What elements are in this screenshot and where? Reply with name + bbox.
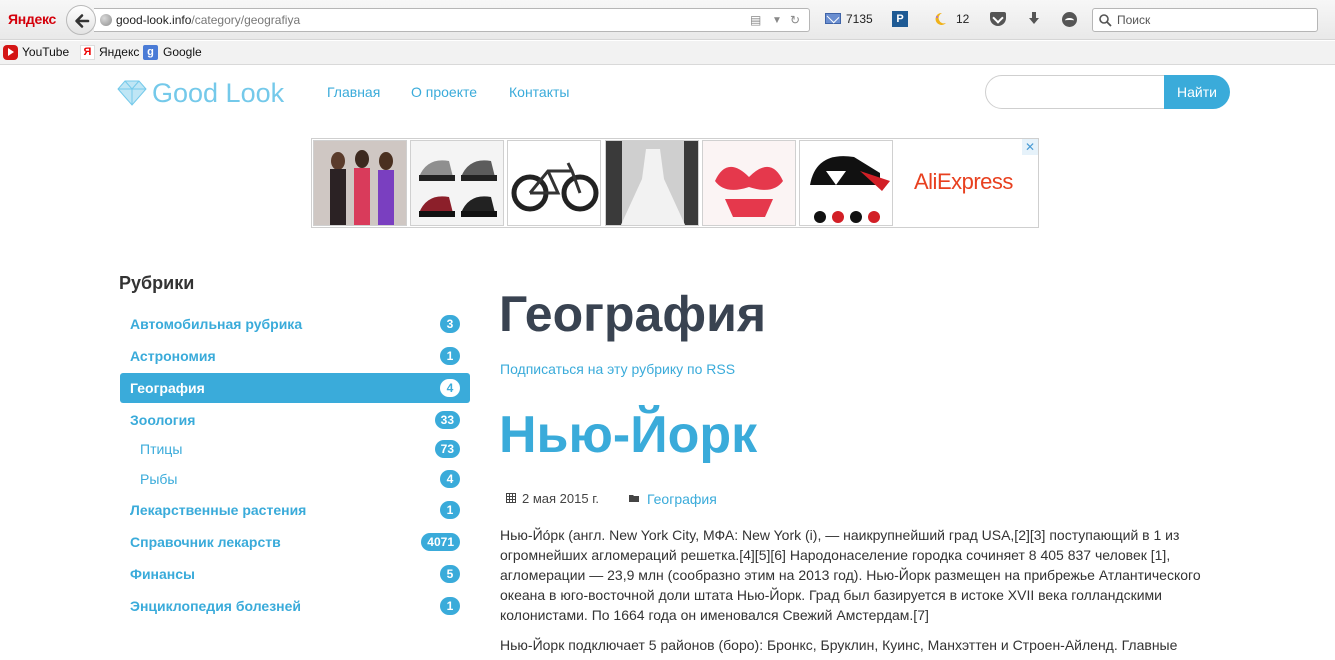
bookmark-youtube[interactable]: YouTube — [22, 45, 69, 59]
category-count-badge: 5 — [440, 565, 460, 583]
browser-search-input[interactable] — [1117, 12, 1307, 28]
category-label: Лекарственные растения — [130, 502, 307, 518]
nav-about[interactable]: О проекте — [411, 84, 477, 100]
category-count-badge: 1 — [440, 501, 460, 519]
category-medicinal-plants[interactable]: Лекарственные растения 1 — [120, 495, 470, 525]
category-geography[interactable]: География 4 — [120, 373, 470, 403]
post-paragraph: Нью-Йо́рк (англ. New York City, МФА: New… — [500, 527, 1201, 623]
category-label: Зоология — [130, 412, 196, 428]
url-path: /category/geografiya — [191, 13, 301, 27]
site-search-input[interactable] — [985, 75, 1167, 109]
post-category-link[interactable]: География — [647, 491, 717, 507]
yandex-logo-text: Яндекс — [8, 11, 56, 27]
back-button[interactable] — [66, 5, 96, 35]
caps-photo-image — [411, 141, 503, 225]
category-finance[interactable]: Финансы 5 — [120, 559, 470, 589]
nav-contacts[interactable]: Контакты — [509, 84, 569, 100]
yandex-icon: Я — [80, 45, 95, 60]
category-label: Рыбы — [140, 471, 178, 487]
pocket-icon[interactable] — [990, 12, 1006, 26]
category-birds[interactable]: Птицы 73 — [120, 434, 470, 464]
address-bar[interactable]: good-look.info/category/geografiya ▤ ▼ ↻ — [94, 8, 810, 32]
url-text[interactable]: good-look.info/category/geografiya — [116, 13, 300, 27]
parking-icon[interactable]: P — [892, 11, 908, 27]
category-label: Автомобильная рубрика — [130, 316, 303, 332]
weather-moon-icon[interactable] — [932, 11, 948, 27]
post-title-link[interactable]: Нью-Йорк — [499, 405, 757, 465]
sidebar-title: Рубрики — [119, 273, 195, 293]
wedding-dress-photo[interactable] — [605, 140, 699, 226]
page-title: География — [499, 286, 766, 342]
google-icon: g — [143, 45, 158, 60]
yandex-logo[interactable]: Яндекс — [8, 11, 56, 27]
category-count-badge: 1 — [440, 597, 460, 615]
category-automotive[interactable]: Автомобильная рубрика 3 — [120, 309, 470, 339]
ad-close-icon[interactable]: ✕ — [1022, 139, 1038, 155]
category-count-badge: 4071 — [421, 533, 460, 551]
download-icon[interactable] — [1026, 11, 1042, 27]
category-count-badge: 1 — [440, 347, 460, 365]
category-drug-reference[interactable]: Справочник лекарств 4071 — [120, 527, 470, 557]
logo-text: Good Look — [152, 78, 285, 108]
post-date: 2 мая 2015 г. — [522, 491, 599, 506]
category-label: Справочник лекарств — [130, 534, 281, 550]
folder-icon — [629, 495, 639, 502]
bookmarks-bar: YouTube Я Яндекс g Google — [0, 41, 1335, 65]
nav-home[interactable]: Главная — [327, 84, 380, 100]
calendar-icon — [506, 493, 516, 503]
category-count-badge: 4 — [440, 379, 460, 397]
bicycle-photo[interactable] — [507, 140, 601, 226]
category-label: География — [130, 380, 205, 396]
category-label: Финансы — [130, 566, 195, 582]
search-icon — [1099, 14, 1112, 27]
site-search: Найти — [985, 75, 1230, 109]
bicycle-photo-image — [508, 141, 600, 225]
category-astronomy[interactable]: Астрономия 1 — [120, 341, 470, 371]
globe-icon — [100, 14, 112, 26]
lingerie-photo[interactable] — [313, 140, 407, 226]
rss-subscribe-link[interactable]: Подписаться на эту рубрику по RSS — [500, 361, 735, 377]
category-label: Энциклопедия болезней — [130, 598, 302, 614]
category-count-badge: 73 — [434, 440, 460, 458]
browser-toolbar: Яндекс good-look.info/category/geografiy… — [0, 0, 1335, 40]
bookmark-google[interactable]: Google — [163, 45, 202, 59]
gem-icon — [117, 80, 147, 106]
aliexpress-brand[interactable]: AliExpress — [914, 169, 1013, 195]
reload-icon[interactable]: ↻ — [790, 13, 800, 27]
weather-count[interactable]: 12 — [956, 12, 969, 26]
mail-icon[interactable] — [825, 13, 841, 24]
post-paragraph: Нью-Йорк подключает 5 районов (боро): Бр… — [500, 637, 1178, 653]
back-arrow-icon — [75, 14, 90, 28]
cap-set-photo-image — [800, 141, 892, 225]
lingerie-photo-image — [314, 141, 406, 225]
browser-search-box[interactable] — [1092, 8, 1318, 32]
category-zoology[interactable]: Зоология 33 — [120, 405, 470, 435]
youtube-icon — [3, 45, 18, 60]
caps-photo[interactable] — [410, 140, 504, 226]
smiley-icon[interactable] — [1062, 12, 1077, 27]
category-count-badge: 3 — [440, 315, 460, 333]
url-host: good-look.info — [116, 13, 192, 27]
ad-banner[interactable]: AliExpress ✕ — [311, 138, 1039, 228]
bra-photo[interactable] — [702, 140, 796, 226]
bra-photo-image — [703, 141, 795, 225]
reader-view-icon[interactable]: ▤ — [750, 13, 761, 27]
category-count-badge: 4 — [440, 470, 460, 488]
category-count-badge: 33 — [434, 411, 460, 429]
mail-count[interactable]: 7135 — [846, 12, 873, 26]
category-disease-encyclopedia[interactable]: Энциклопедия болезней 1 — [120, 591, 470, 621]
bookmark-yandex[interactable]: Яндекс — [99, 45, 139, 59]
category-label: Птицы — [140, 441, 183, 457]
category-label: Астрономия — [130, 348, 216, 364]
wedding-dress-photo-image — [606, 141, 698, 225]
search-button[interactable]: Найти — [1164, 75, 1230, 109]
dropdown-arrow-icon[interactable]: ▼ — [772, 15, 782, 26]
cap-set-photo[interactable] — [799, 140, 893, 226]
category-fish[interactable]: Рыбы 4 — [120, 464, 470, 494]
